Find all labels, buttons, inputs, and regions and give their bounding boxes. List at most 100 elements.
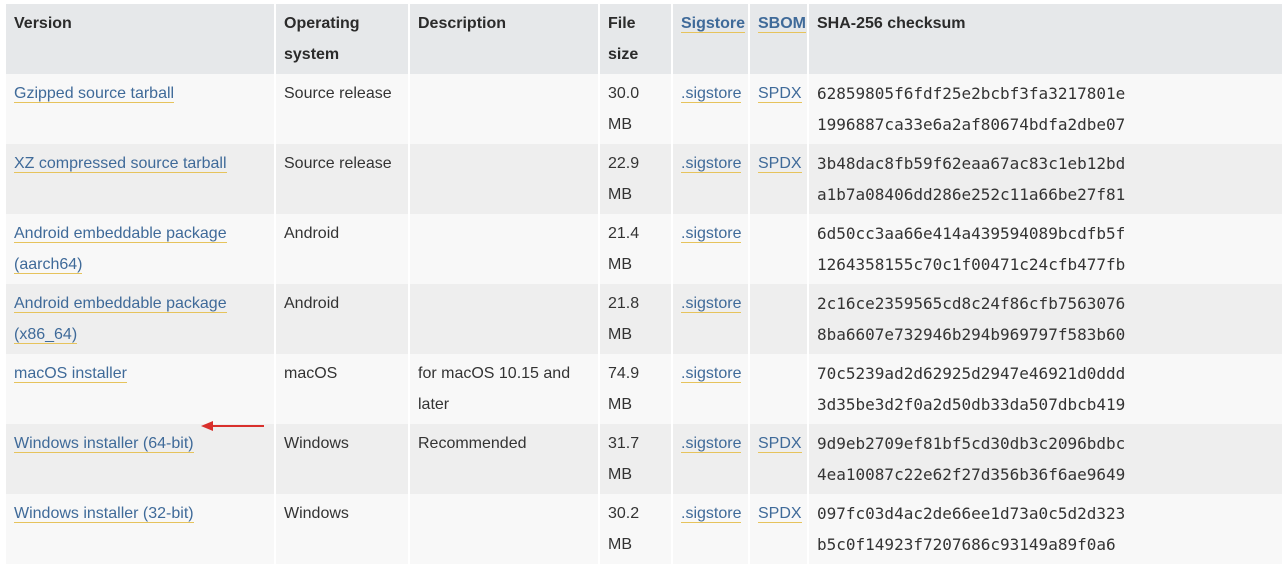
- sigstore-cell: .sigstore: [673, 214, 750, 284]
- checksum-part-1: 097fc03d4ac2de66ee1d73a0c5d2d323: [817, 504, 1126, 523]
- sbom-cell: SPDX: [750, 74, 809, 144]
- checksum-part-2: 8ba6607e732946b294b969797f583b60: [817, 325, 1126, 344]
- files-table: Version Operating system Description File…: [6, 4, 1282, 564]
- sbom-cell: [750, 354, 809, 424]
- header-row: Version Operating system Description File…: [6, 4, 1282, 74]
- checksum-cell: 62859805f6fdf25e2bcbf3fa3217801e 1996887c…: [809, 74, 1282, 144]
- sbom-cell: [750, 284, 809, 354]
- download-link-macos-installer[interactable]: macOS installer: [14, 365, 127, 383]
- checksum-part-2: 1264358155c70c1f00471c24cfb477fb: [817, 255, 1126, 274]
- os-cell: Source release: [276, 74, 410, 144]
- version-cell: macOS installer: [6, 354, 276, 424]
- header-description: Description: [410, 4, 600, 74]
- description-cell: Recommended: [410, 424, 600, 494]
- spdx-link[interactable]: SPDX: [758, 155, 802, 173]
- sigstore-link[interactable]: .sigstore: [681, 155, 742, 173]
- checksum-part-1: 70c5239ad2d62925d2947e46921d0ddd: [817, 364, 1126, 383]
- sbom-cell: SPDX: [750, 144, 809, 214]
- checksum-part-1: 62859805f6fdf25e2bcbf3fa3217801e: [817, 84, 1126, 103]
- sbom-cell: SPDX: [750, 494, 809, 564]
- os-cell: Android: [276, 214, 410, 284]
- sigstore-cell: .sigstore: [673, 74, 750, 144]
- header-sigstore[interactable]: Sigstore: [673, 4, 750, 74]
- checksum-part-2: 3d35be3d2f0a2d50db33da507dbcb419: [817, 395, 1126, 414]
- sigstore-link[interactable]: .sigstore: [681, 505, 742, 523]
- checksum-part-2: b5c0f14923f7207686c93149a89f0a6: [817, 535, 1116, 554]
- sigstore-header-link[interactable]: Sigstore: [681, 15, 746, 33]
- header-file-size: File size: [600, 4, 673, 74]
- header-version: Version: [6, 4, 276, 74]
- version-cell: Android embeddable package (aarch64): [6, 214, 276, 284]
- spdx-link[interactable]: SPDX: [758, 435, 802, 453]
- sigstore-link[interactable]: .sigstore: [681, 225, 742, 243]
- sbom-header-link[interactable]: SBOM: [758, 15, 806, 33]
- download-link-xz-tarball[interactable]: XZ compressed source tarball: [14, 155, 227, 173]
- size-cell: 22.9 MB: [600, 144, 673, 214]
- table-row: Gzipped source tarball Source release 30…: [6, 74, 1282, 144]
- size-cell: 21.8 MB: [600, 284, 673, 354]
- sbom-cell: SPDX: [750, 424, 809, 494]
- os-cell: macOS: [276, 354, 410, 424]
- version-cell: Windows installer (64-bit): [6, 424, 276, 494]
- checksum-cell: 2c16ce2359565cd8c24f86cfb7563076 8ba6607e…: [809, 284, 1282, 354]
- download-link-android-x86-64[interactable]: Android embeddable package (x86_64): [14, 295, 227, 344]
- download-link-gzipped-tarball[interactable]: Gzipped source tarball: [14, 85, 175, 103]
- checksum-cell: 6d50cc3aa66e414a439594089bcdfb5f 12643581…: [809, 214, 1282, 284]
- table-row: XZ compressed source tarball Source rele…: [6, 144, 1282, 214]
- table-row: Android embeddable package (aarch64) Andr…: [6, 214, 1282, 284]
- header-sbom[interactable]: SBOM: [750, 4, 809, 74]
- size-cell: 21.4 MB: [600, 214, 673, 284]
- sigstore-cell: .sigstore: [673, 424, 750, 494]
- version-cell: Gzipped source tarball: [6, 74, 276, 144]
- version-cell: XZ compressed source tarball: [6, 144, 276, 214]
- download-link-windows-32bit[interactable]: Windows installer (32-bit): [14, 505, 194, 523]
- checksum-cell: 097fc03d4ac2de66ee1d73a0c5d2d323 b5c0f149…: [809, 494, 1282, 564]
- checksum-cell: 70c5239ad2d62925d2947e46921d0ddd 3d35be3d…: [809, 354, 1282, 424]
- sigstore-link[interactable]: .sigstore: [681, 435, 742, 453]
- checksum-part-2: 4ea10087c22e62f27d356b36f6ae9649: [817, 465, 1126, 484]
- os-cell: Source release: [276, 144, 410, 214]
- sigstore-cell: .sigstore: [673, 354, 750, 424]
- sigstore-cell: .sigstore: [673, 144, 750, 214]
- description-cell: [410, 284, 600, 354]
- checksum-part-1: 2c16ce2359565cd8c24f86cfb7563076: [817, 294, 1126, 313]
- sigstore-cell: .sigstore: [673, 284, 750, 354]
- size-cell: 31.7 MB: [600, 424, 673, 494]
- os-cell: Windows: [276, 424, 410, 494]
- red-arrow-annotation-icon: [201, 421, 264, 431]
- sigstore-link[interactable]: .sigstore: [681, 295, 742, 313]
- header-operating-system: Operating system: [276, 4, 410, 74]
- size-cell: 74.9 MB: [600, 354, 673, 424]
- table-row: Windows installer (64-bit) Windows Recom…: [6, 424, 1282, 494]
- version-cell: Windows installer (32-bit): [6, 494, 276, 564]
- sigstore-link[interactable]: .sigstore: [681, 85, 742, 103]
- description-cell: for macOS 10.15 and later: [410, 354, 600, 424]
- sbom-cell: [750, 214, 809, 284]
- checksum-part-1: 6d50cc3aa66e414a439594089bcdfb5f: [817, 224, 1126, 243]
- download-link-android-aarch64[interactable]: Android embeddable package (aarch64): [14, 225, 227, 274]
- table-row: Windows installer (32-bit) Windows 30.2 …: [6, 494, 1282, 564]
- spdx-link[interactable]: SPDX: [758, 505, 802, 523]
- sigstore-link[interactable]: .sigstore: [681, 365, 742, 383]
- checksum-part-1: 9d9eb2709ef81bf5cd30db3c2096bdbc: [817, 434, 1126, 453]
- sigstore-cell: .sigstore: [673, 494, 750, 564]
- version-cell: Android embeddable package (x86_64): [6, 284, 276, 354]
- checksum-part-1: 3b48dac8fb59f62eaa67ac83c1eb12bd: [817, 154, 1126, 173]
- header-checksum: SHA-256 checksum: [809, 4, 1282, 74]
- download-link-windows-64bit[interactable]: Windows installer (64-bit): [14, 435, 194, 453]
- table-row: macOS installer macOS for macOS 10.15 an…: [6, 354, 1282, 424]
- size-cell: 30.2 MB: [600, 494, 673, 564]
- size-cell: 30.0 MB: [600, 74, 673, 144]
- checksum-part-2: a1b7a08406dd286e252c11a66be27f81: [817, 185, 1126, 204]
- os-cell: Windows: [276, 494, 410, 564]
- description-cell: [410, 494, 600, 564]
- description-cell: [410, 144, 600, 214]
- description-cell: [410, 214, 600, 284]
- os-cell: Android: [276, 284, 410, 354]
- spdx-link[interactable]: SPDX: [758, 85, 802, 103]
- checksum-cell: 9d9eb2709ef81bf5cd30db3c2096bdbc 4ea10087…: [809, 424, 1282, 494]
- description-cell: [410, 74, 600, 144]
- checksum-part-2: 1996887ca33e6a2af80674bdfa2dbe07: [817, 115, 1126, 134]
- checksum-cell: 3b48dac8fb59f62eaa67ac83c1eb12bd a1b7a084…: [809, 144, 1282, 214]
- table-row: Android embeddable package (x86_64) Andro…: [6, 284, 1282, 354]
